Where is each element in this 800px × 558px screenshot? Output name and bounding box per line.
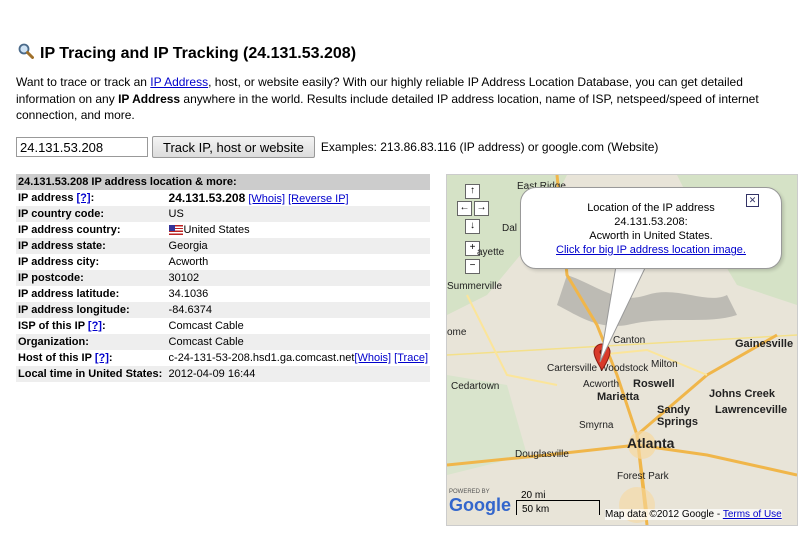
row-label: Local time in United States:: [16, 366, 167, 382]
map-label: ayette: [477, 247, 505, 258]
intro-paragraph: Want to trace or track an IP Address, ho…: [16, 74, 786, 124]
info-bubble: ✕ Location of the IP address 24.131.53.2…: [520, 187, 782, 269]
help-link[interactable]: [?]: [77, 192, 91, 204]
map-label: Johns Creek: [709, 388, 776, 400]
table-row: ISP of this IP [?]: Comcast Cable: [16, 318, 430, 334]
help-link[interactable]: [?]: [95, 352, 109, 364]
zoom-out-button[interactable]: −: [465, 259, 480, 274]
pan-left-button[interactable]: ←: [457, 201, 472, 216]
table-row: IP address country: United States: [16, 222, 430, 238]
magnifier-icon: [18, 43, 34, 64]
row-label: Organization:: [16, 334, 167, 350]
row-value: Comcast Cable: [166, 334, 430, 350]
terms-link[interactable]: Terms of Use: [723, 509, 782, 520]
table-header: 24.131.53.208 IP address location & more…: [16, 174, 430, 190]
trace-link[interactable]: [Trace]: [394, 352, 428, 364]
map-label: Marietta: [597, 391, 640, 403]
row-value: -84.6374: [166, 302, 430, 318]
map-label: Smyrna: [579, 420, 614, 431]
map-label: Douglasville: [515, 449, 569, 460]
bubble-line-2: 24.131.53.208:: [614, 216, 688, 228]
row-label: IP address city:: [18, 256, 100, 268]
map-label: Cedartown: [451, 381, 500, 392]
row-label: IP address longitude:: [16, 302, 167, 318]
map-label: Acworth: [583, 379, 620, 390]
title-text: IP Tracing and IP Tracking (24.131.53.20…: [40, 44, 357, 62]
row-value: Comcast Cable: [168, 320, 244, 332]
google-logo: Google: [449, 495, 511, 515]
ip-address-link[interactable]: IP Address: [150, 75, 208, 89]
map-label: Atlanta: [627, 435, 675, 451]
ip-input[interactable]: [16, 137, 148, 157]
row-value: 34.1036: [168, 288, 209, 300]
bubble-line-3: Acworth in United States.: [589, 230, 713, 242]
table-row: IP address latitude: 34.1036: [16, 286, 430, 302]
ip-value: 24.131.53.208: [168, 191, 246, 205]
row-label: IP address state:: [16, 238, 167, 254]
table-row: IP postcode: 30102: [16, 270, 430, 286]
page-title: IP Tracing and IP Tracking (24.131.53.20…: [18, 43, 356, 64]
track-button[interactable]: Track IP, host or website: [152, 136, 315, 158]
map-label: ome: [447, 327, 467, 338]
row-label: IP address: [18, 192, 74, 204]
intro-text-1: Want to trace or track an: [16, 75, 151, 89]
row-value: Georgia: [166, 238, 430, 254]
row-label: ISP of this IP: [18, 320, 85, 332]
table-row: IP address state: Georgia: [16, 238, 430, 254]
table-row: Host of this IP [?]: c-24-131-53-208.hsd…: [18, 352, 428, 364]
map-label: Roswell: [633, 378, 675, 390]
map-label: Summerville: [447, 281, 503, 292]
help-link[interactable]: [?]: [88, 320, 102, 332]
us-flag-icon: [168, 225, 183, 236]
row-value: United States: [183, 224, 250, 236]
row-value: US: [166, 206, 430, 222]
big-image-link[interactable]: Click for big IP address location image.: [556, 244, 746, 256]
row-label: IP address latitude:: [18, 288, 120, 300]
map-label: Lawrenceville: [715, 404, 788, 416]
scale-km: 50 km: [522, 504, 550, 515]
map-label: Sandy Springs: [657, 404, 698, 428]
search-row: Track IP, host or website Examples: 213.…: [16, 136, 658, 158]
table-row: IP country code: US: [16, 206, 430, 222]
row-label: IP postcode:: [16, 270, 167, 286]
table-row: IP address [?]: 24.131.53.208 [Whois] [R…: [18, 191, 349, 205]
examples-text: Examples: 213.86.83.116 (IP address) or …: [320, 140, 659, 154]
bubble-pointer: [599, 266, 647, 363]
map-label: Cartersville: [547, 363, 598, 374]
attribution-text: Map data ©2012 Google -: [605, 509, 723, 520]
intro-bold-ip: IP Address: [118, 91, 181, 106]
bubble-line-1: Location of the IP address: [587, 202, 715, 214]
row-label: Host of this IP: [18, 352, 92, 364]
map-scale: 20 mi 50 km: [516, 490, 600, 515]
row-label: IP country code:: [16, 206, 167, 222]
table-row: IP address longitude: -84.6374: [16, 302, 430, 318]
whois-link[interactable]: [Whois]: [354, 352, 391, 364]
pan-down-button[interactable]: ↓: [465, 219, 480, 234]
pan-up-button[interactable]: ↑: [465, 184, 480, 199]
map-label: Gainesville: [735, 338, 794, 350]
pan-right-button[interactable]: →: [474, 201, 489, 216]
reverse-ip-link[interactable]: [Reverse IP]: [288, 193, 349, 205]
table-row: IP address city: Acworth: [16, 254, 430, 270]
table-row: Local time in United States: 2012-04-09 1…: [16, 366, 430, 382]
row-value: 30102: [166, 270, 430, 286]
ip-info-table: 24.131.53.208 IP address location & more…: [16, 174, 430, 382]
map-label: Dal: [502, 223, 518, 234]
row-value: 2012-04-09 16:44: [166, 366, 430, 382]
whois-link[interactable]: [Whois]: [248, 193, 285, 205]
map-label: Forest Park: [617, 471, 669, 482]
close-icon[interactable]: ✕: [746, 194, 759, 207]
row-value: c-24-131-53-208.hsd1.ga.comcast.net: [168, 352, 355, 364]
row-value: Acworth: [168, 256, 209, 268]
table-row: Organization: Comcast Cable: [16, 334, 430, 350]
row-label: IP address country:: [18, 224, 121, 236]
map-attribution: Map data ©2012 Google - Terms of Use: [605, 509, 782, 520]
